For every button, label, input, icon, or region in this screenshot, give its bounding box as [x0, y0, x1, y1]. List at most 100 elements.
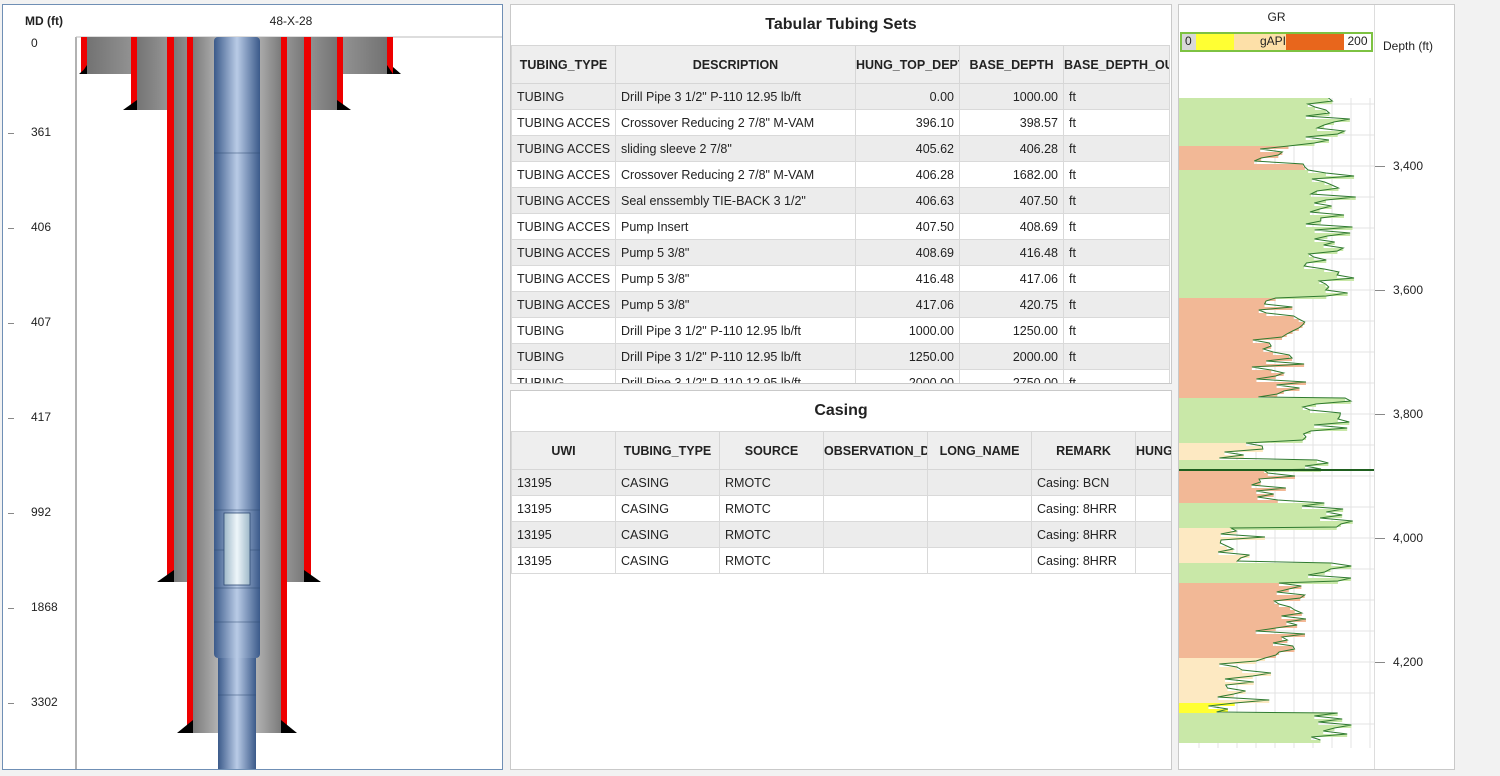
- column-header[interactable]: OBSERVATION_DATE: [823, 431, 928, 470]
- table-row[interactable]: TUBING Drill Pipe 3 1/2" P-110 12.95 lb/f…: [511, 83, 1170, 110]
- gr-fill: [1179, 257, 1314, 260]
- cell-uom: ft: [1063, 291, 1170, 318]
- table-row[interactable]: 13195 CASING RMOTC Casing: 8HRR: [511, 521, 1171, 548]
- cell-uom: ft: [1063, 135, 1170, 162]
- gr-fill: [1179, 346, 1272, 349]
- table-row[interactable]: TUBING Drill Pipe 3 1/2" P-110 12.95 lb/f…: [511, 343, 1170, 370]
- cell-type: CASING: [615, 521, 720, 548]
- gr-fill: [1179, 391, 1284, 394]
- gr-fill: [1179, 313, 1267, 316]
- table-row[interactable]: TUBING ACCES sliding sleeve 2 7/8" 405.62 4…: [511, 135, 1170, 162]
- gr-fill: [1179, 104, 1308, 107]
- column-header[interactable]: HUNG_: [1135, 431, 1171, 470]
- cell-description: Crossover Reducing 2 7/8" M-VAM: [615, 161, 856, 188]
- cell-description: Pump 5 3/8": [615, 239, 856, 266]
- table-row[interactable]: TUBING Drill Pipe 3 1/2" P-110 12.95 lb/f…: [511, 317, 1170, 344]
- gr-fill: [1179, 440, 1303, 443]
- table-row[interactable]: TUBING ACCES Seal enssembly TIE-BACK 3 1/…: [511, 187, 1170, 214]
- cell-description: Drill Pipe 3 1/2" P-110 12.95 lb/ft: [615, 317, 856, 344]
- gr-fill: [1179, 352, 1274, 355]
- gr-fill: [1179, 242, 1335, 245]
- table-row[interactable]: TUBING ACCES Crossover Reducing 2 7/8" M-…: [511, 161, 1170, 188]
- gr-fill: [1179, 170, 1309, 173]
- cell-type: TUBING ACCES: [511, 135, 616, 162]
- cell-uwi: 13195: [511, 547, 616, 574]
- gr-fill: [1179, 528, 1232, 531]
- table-row[interactable]: 13195 CASING RMOTC Casing: 8HRR: [511, 547, 1171, 574]
- cell-base-depth: 417.06: [959, 265, 1064, 292]
- pump-insert: [223, 512, 251, 586]
- cell-uom: ft: [1063, 187, 1170, 214]
- cell-base-depth: 398.57: [959, 109, 1064, 136]
- gr-fill: [1179, 182, 1325, 185]
- depth-tick: [1375, 290, 1385, 291]
- table-row[interactable]: TUBING ACCES Pump 5 3/8" 417.06 420.75 ft: [511, 291, 1170, 318]
- gr-fill: [1179, 194, 1311, 197]
- cell-long-name: [927, 469, 1032, 496]
- table-row[interactable]: TUBING ACCES Pump 5 3/8" 408.69 416.48 ft: [511, 239, 1170, 266]
- cell-top-depth: 407.50: [855, 213, 960, 240]
- gr-fill: [1179, 572, 1325, 575]
- cell-obs-date: [823, 521, 928, 548]
- cell-base-depth: 416.48: [959, 239, 1064, 266]
- gr-fill: [1179, 452, 1225, 455]
- gr-fill: [1179, 569, 1331, 572]
- gr-fill: [1179, 373, 1284, 376]
- gr-fill: [1179, 221, 1321, 224]
- cell-description: Pump 5 3/8": [615, 291, 856, 318]
- cell-description: Drill Pipe 3 1/2" P-110 12.95 lb/ft: [615, 369, 856, 383]
- cell-type: CASING: [615, 495, 720, 522]
- gr-fill: [1179, 398, 1346, 401]
- cell-type: TUBING: [511, 317, 616, 344]
- gr-fill: [1179, 543, 1221, 546]
- table-row[interactable]: TUBING Drill Pipe 3 1/2" P-110 12.95 lb/f…: [511, 369, 1170, 383]
- gr-fill: [1179, 740, 1321, 743]
- gr-fill: [1179, 137, 1306, 140]
- cell-top-depth: 0.00: [855, 83, 960, 110]
- cell-uom: ft: [1063, 343, 1170, 370]
- gr-fill: [1179, 188, 1339, 191]
- cell-type: TUBING ACCES: [511, 265, 616, 292]
- gr-fill: [1179, 725, 1352, 728]
- gr-fill: [1179, 203, 1315, 206]
- table-row[interactable]: 13195 CASING RMOTC Casing: BCN: [511, 469, 1171, 496]
- gr-fill: [1179, 179, 1312, 182]
- gr-fill: [1179, 731, 1324, 734]
- cell-remark: Casing: 8HRR: [1031, 495, 1136, 522]
- cell-hung: [1135, 469, 1171, 496]
- cell-top-depth: 405.62: [855, 135, 960, 162]
- table-row[interactable]: TUBING ACCES Crossover Reducing 2 7/8" M-…: [511, 109, 1170, 136]
- column-header[interactable]: BASE_DEPTH_OUOM: [1063, 45, 1170, 84]
- table-row[interactable]: TUBING ACCES Pump Insert 407.50 408.69 ft: [511, 213, 1170, 240]
- cell-long-name: [927, 547, 1032, 574]
- gr-fill: [1179, 322, 1305, 325]
- casing-table-title: Casing: [814, 402, 868, 419]
- column-header[interactable]: DESCRIPTION: [615, 45, 856, 84]
- column-header[interactable]: BASE_DEPTH: [959, 45, 1064, 84]
- gr-fill: [1179, 706, 1209, 709]
- gr-fill: [1179, 331, 1293, 334]
- tubing-table-scroll[interactable]: TUBING_TYPE DESCRIPTION HUNG_TOP_DEPTH B…: [511, 45, 1171, 383]
- table-row[interactable]: 13195 CASING RMOTC Casing: 8HRR: [511, 495, 1171, 522]
- table-row[interactable]: TUBING ACCES Pump 5 3/8" 416.48 417.06 ft: [511, 265, 1170, 292]
- column-header[interactable]: REMARK: [1031, 431, 1136, 470]
- gr-fill: [1179, 407, 1303, 410]
- column-header[interactable]: SOURCE: [719, 431, 824, 470]
- gr-fill: [1179, 737, 1312, 740]
- gr-fill: [1179, 248, 1344, 251]
- column-header[interactable]: TUBING_TYPE: [511, 45, 616, 84]
- cell-hung: [1135, 521, 1171, 548]
- column-header[interactable]: HUNG_TOP_DEPTH: [855, 45, 960, 84]
- column-header[interactable]: LONG_NAME: [927, 431, 1032, 470]
- depth-label: 3,400: [1393, 159, 1424, 173]
- column-header[interactable]: UWI: [511, 431, 616, 470]
- tubing-table-header: TUBING_TYPE DESCRIPTION HUNG_TOP_DEPTH B…: [511, 45, 1170, 84]
- column-header[interactable]: TUBING_TYPE: [615, 431, 720, 470]
- gr-fill: [1179, 534, 1221, 537]
- cell-description: Seal enssembly TIE-BACK 3 1/2": [615, 187, 856, 214]
- gr-fill: [1179, 167, 1305, 170]
- gr-fill: [1179, 521, 1353, 524]
- gr-fill: [1179, 552, 1219, 555]
- wellbore-diagram: [75, 36, 502, 769]
- casing-table-scroll[interactable]: UWI TUBING_TYPE SOURCE OBSERVATION_DATE …: [511, 431, 1171, 769]
